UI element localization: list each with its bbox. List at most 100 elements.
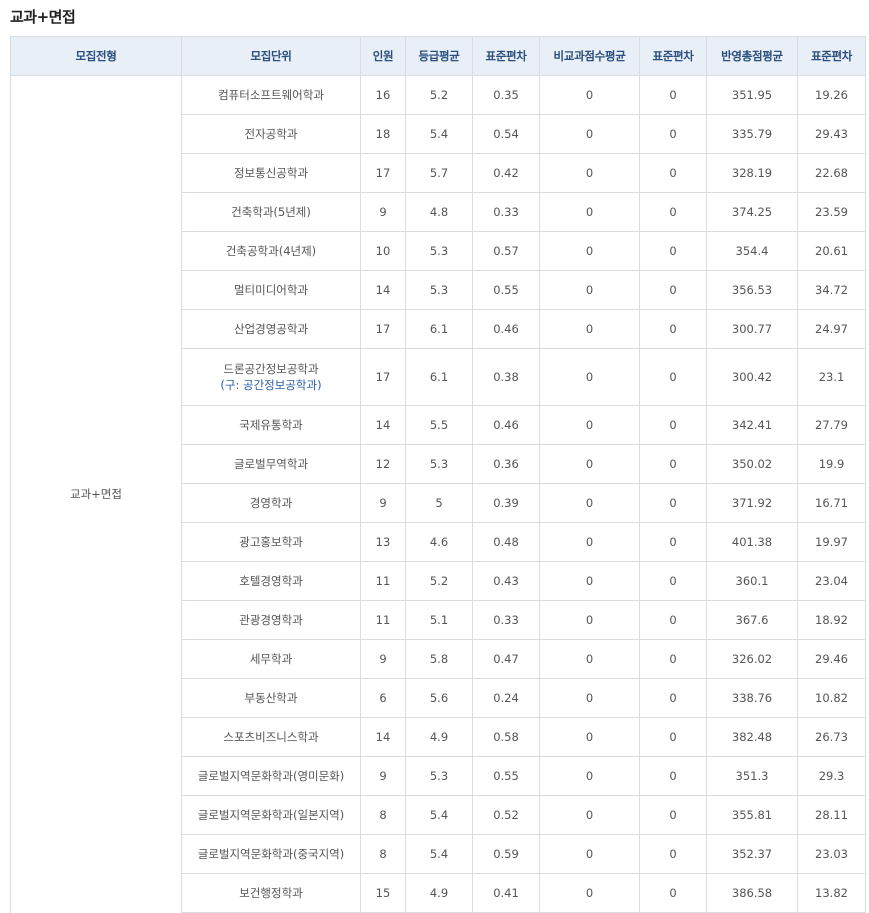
- grade-avg-cell: 6.1: [405, 348, 473, 406]
- total-avg-cell: 371.92: [706, 483, 798, 523]
- count-cell: 9: [360, 192, 406, 232]
- grade-avg-cell: 4.9: [405, 717, 473, 757]
- noncurricular-avg-cell: 0: [539, 270, 640, 310]
- header-noncurricular-sd: 표준편차: [639, 36, 707, 76]
- grade-avg-cell: 5.4: [405, 795, 473, 835]
- noncurricular-avg-cell: 0: [539, 231, 640, 271]
- noncurricular-avg-cell: 0: [539, 834, 640, 874]
- unit-cell: 광고홍보학과: [181, 522, 361, 562]
- unit-name: 드론공간정보공학과: [223, 362, 319, 376]
- noncurricular-sd-cell: 0: [639, 600, 707, 640]
- unit-name: 광고홍보학과: [239, 535, 303, 549]
- unit-name: 호텔경영학과: [239, 574, 303, 588]
- noncurricular-sd-cell: 0: [639, 444, 707, 484]
- unit-name: 경영학과: [249, 496, 293, 510]
- total-avg-cell: 355.81: [706, 795, 798, 835]
- total-avg-cell: 360.1: [706, 561, 798, 601]
- unit-cell: 전자공학과: [181, 114, 361, 154]
- grade-sd-cell: 0.38: [472, 348, 540, 406]
- noncurricular-sd-cell: 0: [639, 483, 707, 523]
- unit-name: 글로벌무역학과: [233, 457, 309, 471]
- count-cell: 11: [360, 600, 406, 640]
- grade-sd-cell: 0.41: [472, 873, 540, 913]
- grade-avg-cell: 5.8: [405, 639, 473, 679]
- grade-sd-cell: 0.46: [472, 405, 540, 445]
- grade-sd-cell: 0.55: [472, 756, 540, 796]
- total-sd-cell: 24.97: [797, 309, 866, 349]
- grade-avg-cell: 5.1: [405, 600, 473, 640]
- total-sd-cell: 20.61: [797, 231, 866, 271]
- total-sd-cell: 13.82: [797, 873, 866, 913]
- unit-name: 글로벌지역문화학과(영미문화): [197, 769, 345, 783]
- unit-name: 건축학과(5년제): [231, 205, 311, 219]
- table-row: 교과+면접 컴퓨터소프트웨어학과 16 5.2 0.35 0 0 351.95 19.26: [10, 75, 866, 913]
- noncurricular-sd-cell: 0: [639, 717, 707, 757]
- total-avg-cell: 300.42: [706, 348, 798, 406]
- noncurricular-avg-cell: 0: [539, 561, 640, 601]
- total-sd-cell: 29.46: [797, 639, 866, 679]
- unit-name: 전자공학과: [244, 127, 298, 141]
- noncurricular-sd-cell: 0: [639, 522, 707, 562]
- total-sd-cell: 22.68: [797, 153, 866, 193]
- total-sd-cell: 27.79: [797, 405, 866, 445]
- total-avg-cell: 382.48: [706, 717, 798, 757]
- header-admission-type: 모집전형: [10, 36, 182, 76]
- count-cell: 15: [360, 873, 406, 913]
- noncurricular-avg-cell: 0: [539, 639, 640, 679]
- total-avg-cell: 350.02: [706, 444, 798, 484]
- unit-cell: 글로벌지역문화학과(영미문화): [181, 756, 361, 796]
- total-sd-cell: 16.71: [797, 483, 866, 523]
- noncurricular-sd-cell: 0: [639, 561, 707, 601]
- header-total-avg: 반영총점평균: [706, 36, 798, 76]
- total-avg-cell: 351.3: [706, 756, 798, 796]
- unit-former-name: (구: 공간정보공학과): [220, 378, 322, 392]
- count-cell: 9: [360, 639, 406, 679]
- grade-sd-cell: 0.58: [472, 717, 540, 757]
- grade-avg-cell: 5.4: [405, 114, 473, 154]
- grade-avg-cell: 5.5: [405, 405, 473, 445]
- noncurricular-sd-cell: 0: [639, 795, 707, 835]
- grade-sd-cell: 0.33: [472, 192, 540, 232]
- grade-sd-cell: 0.47: [472, 639, 540, 679]
- count-cell: 16: [360, 75, 406, 115]
- grade-sd-cell: 0.59: [472, 834, 540, 874]
- count-cell: 10: [360, 231, 406, 271]
- noncurricular-sd-cell: 0: [639, 75, 707, 115]
- noncurricular-avg-cell: 0: [539, 75, 640, 115]
- total-sd-cell: 28.11: [797, 795, 866, 835]
- noncurricular-avg-cell: 0: [539, 678, 640, 718]
- count-cell: 14: [360, 717, 406, 757]
- grade-avg-cell: 5.4: [405, 834, 473, 874]
- total-sd-cell: 26.73: [797, 717, 866, 757]
- grade-avg-cell: 6.1: [405, 309, 473, 349]
- count-cell: 13: [360, 522, 406, 562]
- count-cell: 17: [360, 153, 406, 193]
- noncurricular-avg-cell: 0: [539, 153, 640, 193]
- total-avg-cell: 356.53: [706, 270, 798, 310]
- noncurricular-sd-cell: 0: [639, 834, 707, 874]
- noncurricular-sd-cell: 0: [639, 153, 707, 193]
- admission-type-cell: 교과+면접: [10, 75, 182, 913]
- noncurricular-avg-cell: 0: [539, 795, 640, 835]
- grade-avg-cell: 5.2: [405, 561, 473, 601]
- noncurricular-avg-cell: 0: [539, 756, 640, 796]
- total-avg-cell: 335.79: [706, 114, 798, 154]
- grade-avg-cell: 5.3: [405, 270, 473, 310]
- grade-sd-cell: 0.55: [472, 270, 540, 310]
- grade-avg-cell: 5.2: [405, 75, 473, 115]
- noncurricular-avg-cell: 0: [539, 405, 640, 445]
- count-cell: 9: [360, 756, 406, 796]
- grade-avg-cell: 5.3: [405, 231, 473, 271]
- count-cell: 8: [360, 795, 406, 835]
- noncurricular-sd-cell: 0: [639, 192, 707, 232]
- grade-sd-cell: 0.36: [472, 444, 540, 484]
- header-grade-sd: 표준편차: [472, 36, 540, 76]
- total-avg-cell: 374.25: [706, 192, 798, 232]
- count-cell: 17: [360, 348, 406, 406]
- unit-name: 보건행정학과: [239, 886, 303, 900]
- total-avg-cell: 352.37: [706, 834, 798, 874]
- total-avg-cell: 328.19: [706, 153, 798, 193]
- unit-cell: 스포츠비즈니스학과: [181, 717, 361, 757]
- total-sd-cell: 23.03: [797, 834, 866, 874]
- total-avg-cell: 326.02: [706, 639, 798, 679]
